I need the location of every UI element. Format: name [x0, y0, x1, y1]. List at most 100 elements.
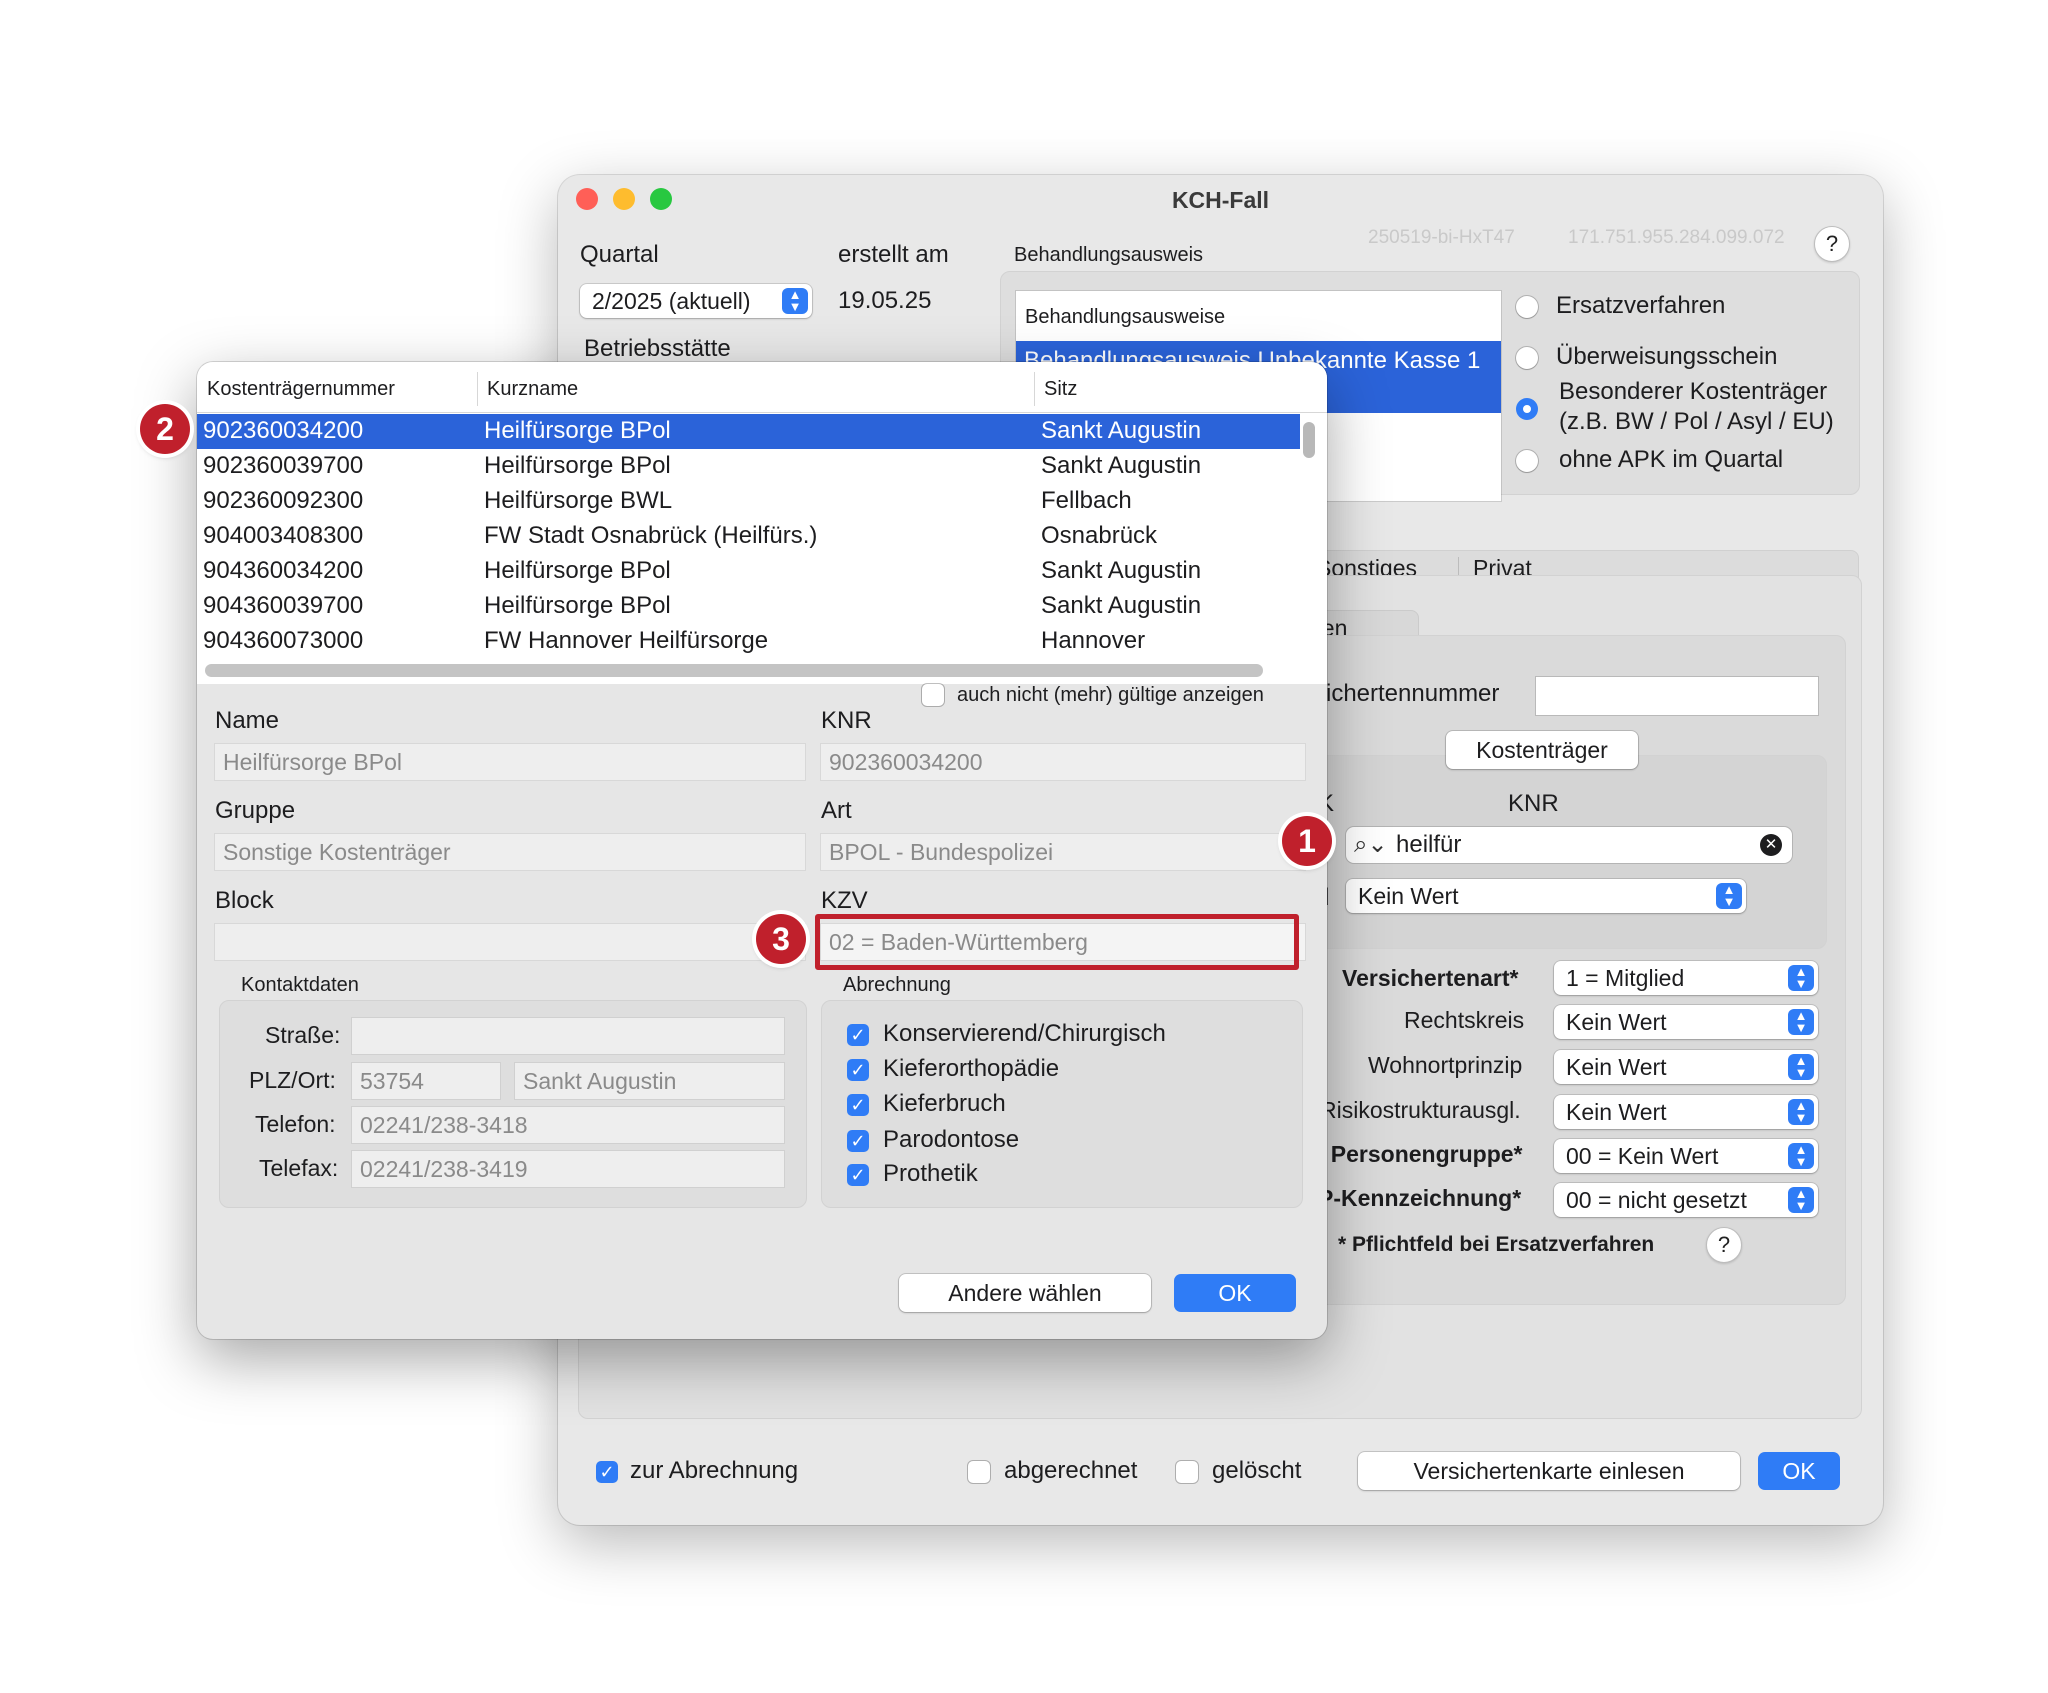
pflichtfeld-help-button[interactable]: ? — [1706, 1227, 1742, 1263]
show-invalid-label: auch nicht (mehr) gültige anzeigen — [957, 684, 1264, 706]
pflichtfeld-note: * Pflichtfeld bei Ersatzverfahren — [1338, 1233, 1655, 1256]
table-cell: Heilfürsorge BWL — [484, 487, 673, 514]
zur-abrechnung-label: zur Abrechnung — [630, 1457, 799, 1484]
zur-abrechnung-checkbox[interactable]: ✓ — [596, 1461, 618, 1483]
show-invalid-checkbox[interactable] — [922, 684, 944, 706]
chevron-updown-icon: ▲ ▼ — [1788, 1187, 1814, 1213]
radio-ueberweisungsschein-label: Überweisungsschein — [1556, 343, 1778, 370]
abrechnung-checkbox[interactable]: ✓ — [847, 1059, 869, 1081]
radio-ueberweisungsschein[interactable] — [1516, 347, 1538, 369]
abrechnung-item-label: Kieferorthopädie — [883, 1055, 1060, 1082]
behandlungsausweise-header: Behandlungsausweise — [1025, 306, 1226, 328]
abgerechnet-checkbox[interactable] — [968, 1461, 990, 1483]
abrechnung-checkbox[interactable]: ✓ — [847, 1130, 869, 1152]
knr-field: 902360034200 — [821, 744, 1305, 780]
table-row[interactable]: 902360034200 Heilfürsorge BPol Sankt Aug… — [197, 414, 1300, 449]
versichertennummer-input[interactable] — [1536, 677, 1818, 715]
search-field[interactable]: ⌕⌄ heilfür ✕ — [1346, 827, 1792, 863]
erstellt-label: erstellt am — [838, 241, 949, 268]
art-field: BPOL - Bundespolizei — [821, 834, 1305, 870]
wohnortprinzip-label: Wohnortprinzip — [1368, 1052, 1523, 1078]
risikostrukturausgl-label: Risikostrukturausgl. — [1320, 1097, 1521, 1123]
main-ok-button[interactable]: OK — [1758, 1452, 1840, 1490]
table-cell: FW Hannover Heilfürsorge — [484, 627, 769, 654]
table-cell: Hannover — [1041, 627, 1146, 654]
art-label: Art — [821, 797, 852, 824]
personengruppe-select[interactable]: 00 = Kein Wert ▲ ▼ — [1554, 1139, 1818, 1173]
telefax-label: Telefax: — [259, 1155, 339, 1181]
block-label: Block — [215, 887, 274, 914]
radio-besonderer-kostentraeger[interactable] — [1516, 398, 1538, 420]
kzv-highlight-frame — [815, 914, 1299, 970]
block-field — [215, 924, 805, 960]
search-input[interactable]: heilfür — [1396, 831, 1461, 859]
risikostrukturausgl-value: Kein Wert — [1566, 1099, 1667, 1125]
versichertenart-value: 1 = Mitglied — [1566, 965, 1685, 991]
column-header-kostentraegernummer[interactable]: Kostenträgernummer — [207, 378, 395, 401]
step-badge-1: 1 — [1282, 816, 1332, 866]
chevron-updown-icon: ▲ ▼ — [782, 288, 808, 314]
vertical-scrollbar[interactable] — [1303, 422, 1315, 458]
kostentraeger-button[interactable]: Kostenträger — [1446, 731, 1638, 769]
table-cell: Heilfürsorge BPol — [484, 452, 671, 479]
risikostrukturausgl-select[interactable]: Kein Wert ▲ ▼ — [1554, 1095, 1818, 1129]
column-header-kurzname[interactable]: Kurzname — [487, 378, 578, 401]
horizontal-scrollbar[interactable] — [205, 664, 1263, 677]
behandlungsausweis-label: Behandlungsausweis — [1014, 244, 1204, 266]
telefon-field: 02241/238-3418 — [352, 1107, 784, 1143]
abrechnung-item-label: Kieferbruch — [883, 1090, 1006, 1117]
table-cell: Sankt Augustin — [1041, 592, 1202, 619]
radio-ohne-apk[interactable] — [1516, 450, 1538, 472]
geloescht-checkbox[interactable] — [1176, 1461, 1198, 1483]
case-id-code: 250519-bi-HxT47 — [1368, 227, 1515, 248]
personengruppe-label: . Personengruppe* — [1318, 1141, 1523, 1167]
abrechnung-checkbox[interactable]: ✓ — [847, 1094, 869, 1116]
table-cell: Sankt Augustin — [1041, 557, 1202, 584]
chevron-updown-icon: ▲ ▼ — [1788, 965, 1814, 991]
kasse-select[interactable]: Kein Wert ▲ ▼ — [1346, 879, 1746, 913]
table-row[interactable]: 904003408300 FW Stadt Osnabrück (Heilfür… — [197, 519, 1300, 554]
kostentraeger-table[interactable]: Kostenträgernummer Kurzname Sitz 9023600… — [197, 362, 1327, 684]
versichertenart-select[interactable]: 1 = Mitglied ▲ ▼ — [1554, 961, 1818, 995]
chevron-updown-icon: ▲ ▼ — [1716, 883, 1742, 909]
radio-ohne-apk-label: ohne APK im Quartal — [1559, 446, 1784, 473]
kontakt-title: Kontaktdaten — [241, 974, 359, 996]
personengruppe-value: 00 = Kein Wert — [1566, 1143, 1719, 1169]
knr-label: KNR — [1508, 790, 1559, 817]
table-cell: 904003408300 — [203, 522, 364, 549]
table-row[interactable]: 902360092300 Heilfürsorge BWL Fellbach — [197, 484, 1300, 519]
table-row[interactable]: 904360034200 Heilfürsorge BPol Sankt Aug… — [197, 554, 1300, 589]
clear-search-icon[interactable]: ✕ — [1760, 834, 1782, 856]
strasse-label: Straße: — [265, 1022, 341, 1048]
quartal-select[interactable]: 2/2025 (aktuell) ▲ ▼ — [580, 284, 812, 318]
column-header-sitz[interactable]: Sitz — [1044, 378, 1077, 401]
versichertenkarte-einlesen-button[interactable]: Versichertenkarte einlesen — [1358, 1452, 1740, 1490]
table-cell: 902360092300 — [203, 487, 364, 514]
sheet-ok-button[interactable]: OK — [1174, 1274, 1296, 1312]
table-cell: Sankt Augustin — [1041, 452, 1202, 479]
version-code: 171.751.955.284.099.072 — [1568, 227, 1785, 248]
versichertenart-label: Versichertenart* — [1342, 965, 1519, 991]
knr-label: KNR — [821, 707, 872, 734]
radio-ersatzverfahren[interactable] — [1516, 296, 1538, 318]
abrechnung-checkbox[interactable]: ✓ — [847, 1164, 869, 1186]
table-row[interactable]: 904360039700 Heilfürsorge BPol Sankt Aug… — [197, 589, 1300, 624]
p-kennzeichnung-select[interactable]: 00 = nicht gesetzt ▲ ▼ — [1554, 1183, 1818, 1217]
abrechnung-checkbox[interactable]: ✓ — [847, 1024, 869, 1046]
p-kennzeichnung-value: 00 = nicht gesetzt — [1566, 1187, 1747, 1213]
wohnortprinzip-select[interactable]: Kein Wert ▲ ▼ — [1554, 1050, 1818, 1084]
abrechnung-item-label: Prothetik — [883, 1160, 978, 1187]
kzv-label: KZV — [821, 887, 868, 914]
chevron-updown-icon: ▲ ▼ — [1788, 1009, 1814, 1035]
help-button[interactable]: ? — [1814, 226, 1850, 262]
rechtskreis-select[interactable]: Kein Wert ▲ ▼ — [1554, 1005, 1818, 1039]
table-row[interactable]: 904360073000 FW Hannover Heilfürsorge Ha… — [197, 624, 1300, 659]
table-cell: Heilfürsorge BPol — [484, 417, 671, 444]
andere-waehlen-button[interactable]: Andere wählen — [899, 1274, 1151, 1312]
table-row[interactable]: 902360039700 Heilfürsorge BPol Sankt Aug… — [197, 449, 1300, 484]
telefax-field: 02241/238-3419 — [352, 1151, 784, 1187]
abrechnung-item-label: Konservierend/Chirurgisch — [883, 1020, 1166, 1047]
chevron-updown-icon: ▲ ▼ — [1788, 1143, 1814, 1169]
table-cell: Fellbach — [1041, 487, 1132, 514]
title-bar[interactable]: KCH-Fall — [558, 175, 1883, 225]
